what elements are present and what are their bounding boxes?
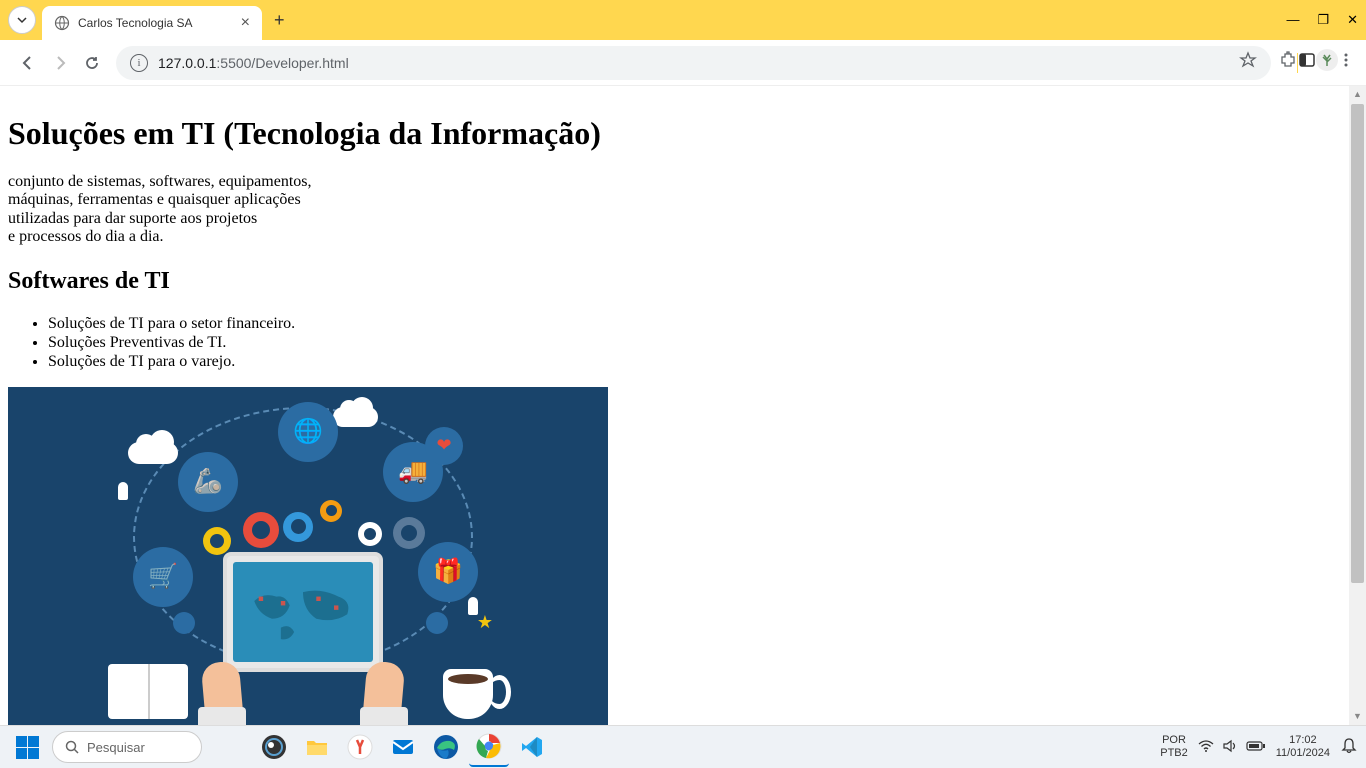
maximize-button[interactable]: ❐: [1317, 12, 1329, 28]
gift-node-icon: 🎁: [418, 542, 478, 602]
page-title: Soluções em TI (Tecnologia da Informação…: [8, 115, 1358, 152]
coffee-mug-icon: [443, 669, 493, 719]
browser-menu-icon[interactable]: [1338, 52, 1354, 73]
intro-line: e processos do dia a dia.: [8, 228, 164, 245]
browser-tab[interactable]: Carlos Tecnologia SA ×: [42, 6, 262, 40]
app-vscode-icon[interactable]: [512, 727, 552, 767]
windows-taskbar: Pesquisar POR PTB2 17:02 11/01/2024: [0, 725, 1366, 768]
section-heading: Softwares de TI: [8, 268, 1358, 295]
start-button[interactable]: [8, 728, 46, 766]
site-info-icon[interactable]: i: [130, 54, 148, 72]
app-mail-icon[interactable]: [383, 727, 423, 767]
app-chrome-icon[interactable]: [469, 727, 509, 767]
intro-line: máquinas, ferramentas e quaisquer aplica…: [8, 191, 301, 208]
tech-illustration: 🌐 🦾 🚚 🛒 🎁 ❤: [8, 387, 608, 725]
app-obs-icon[interactable]: [254, 727, 294, 767]
url-path: :5500/Developer.html: [216, 55, 348, 71]
search-icon: [65, 740, 79, 754]
vertical-scrollbar[interactable]: ▲ ▼: [1349, 86, 1366, 725]
taskbar-search[interactable]: Pesquisar: [52, 731, 202, 763]
intro-line: utilizadas para dar suporte aos projetos: [8, 210, 257, 227]
intro-line: conjunto de sistemas, softwares, equipam…: [8, 173, 312, 190]
book-icon: [108, 664, 188, 719]
app-edge-icon[interactable]: [426, 727, 466, 767]
list-item: Soluções de TI para o varejo.: [48, 353, 1358, 371]
star-icon: ★: [477, 612, 493, 633]
close-tab-icon[interactable]: ×: [241, 14, 250, 32]
extensions-icon[interactable]: [1279, 51, 1297, 74]
wifi-icon[interactable]: [1198, 738, 1214, 757]
profile-avatar-icon[interactable]: [1316, 49, 1338, 76]
cart-node-icon: 🛒: [133, 547, 193, 607]
globe-node-icon: 🌐: [278, 402, 338, 462]
system-tray: POR PTB2 17:02 11/01/2024: [1160, 734, 1358, 760]
tab-search-dropdown[interactable]: [8, 6, 36, 34]
volume-icon[interactable]: [1222, 738, 1238, 757]
taskbar-apps: [254, 727, 552, 767]
window-controls: — ❐ ✕: [1286, 12, 1358, 28]
scrollbar-thumb[interactable]: [1351, 104, 1364, 583]
scroll-down-icon[interactable]: ▼: [1349, 708, 1366, 725]
app-explorer-icon[interactable]: [297, 727, 337, 767]
forward-button[interactable]: [46, 49, 74, 77]
list-item: Soluções de TI para o setor financeiro.: [48, 315, 1358, 333]
list-item: Soluções Preventivas de TI.: [48, 334, 1358, 352]
notifications-icon[interactable]: [1340, 737, 1358, 758]
battery-icon[interactable]: [1246, 740, 1266, 755]
bookmark-star-icon[interactable]: [1239, 51, 1257, 74]
browser-tab-strip: Carlos Tecnologia SA × + — ❐ ✕: [0, 0, 1366, 40]
tab-title: Carlos Tecnologia SA: [78, 16, 233, 30]
minimize-button[interactable]: —: [1286, 12, 1299, 28]
globe-icon: [54, 15, 70, 31]
address-bar[interactable]: i 127.0.0.1:5500/Developer.html: [116, 46, 1271, 80]
back-button[interactable]: [14, 49, 42, 77]
scroll-up-icon[interactable]: ▲: [1349, 86, 1366, 103]
page-content: Soluções em TI (Tecnologia da Informação…: [0, 86, 1366, 725]
reload-button[interactable]: [78, 49, 106, 77]
tablet-icon: [223, 552, 383, 672]
browser-toolbar: i 127.0.0.1:5500/Developer.html: [0, 40, 1366, 86]
search-placeholder: Pesquisar: [87, 740, 145, 755]
app-yandex-icon[interactable]: [340, 727, 380, 767]
close-window-button[interactable]: ✕: [1347, 12, 1358, 28]
new-tab-button[interactable]: +: [274, 10, 285, 31]
clock[interactable]: 17:02 11/01/2024: [1276, 734, 1330, 760]
heart-node-icon: ❤: [425, 427, 463, 465]
side-panel-icon[interactable]: [1298, 51, 1316, 74]
intro-paragraph: conjunto de sistemas, softwares, equipam…: [8, 173, 608, 247]
language-indicator[interactable]: POR PTB2: [1160, 734, 1188, 760]
url-host: 127.0.0.1: [158, 55, 216, 71]
software-list: Soluções de TI para o setor financeiro. …: [48, 315, 1358, 371]
